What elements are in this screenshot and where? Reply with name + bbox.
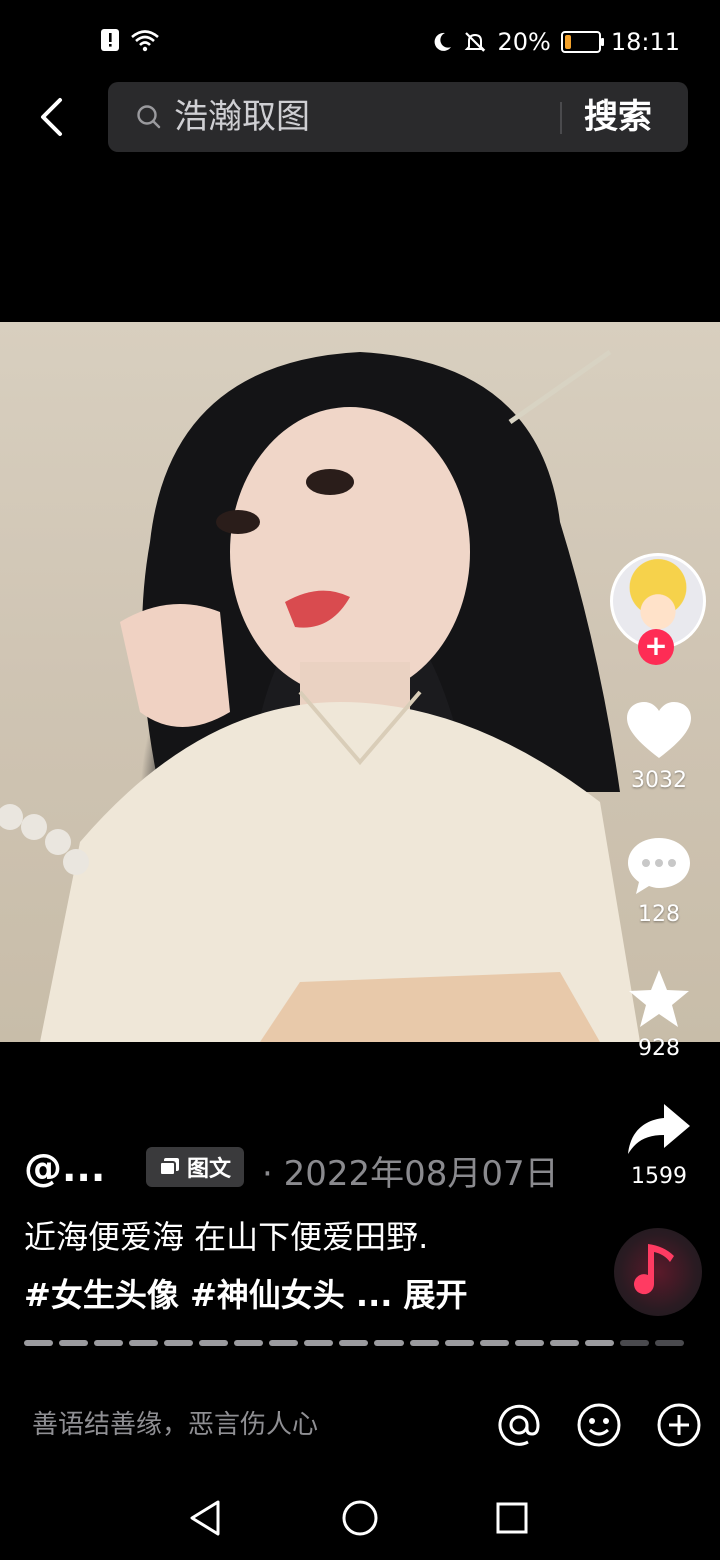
post-type-badge: 图文 <box>146 1147 244 1187</box>
carousel-progress <box>24 1340 684 1346</box>
comment-count: 128 <box>638 902 680 927</box>
caption-hashtags: #女生头像 #神仙女头 ... 展开 <box>24 1270 468 1316</box>
like-button[interactable]: 3032 <box>618 700 700 793</box>
image-text-icon <box>158 1158 179 1176</box>
author-avatar[interactable]: + <box>610 553 706 665</box>
status-right: 20% 18:11 <box>431 28 680 56</box>
share-button[interactable]: 1599 <box>618 1102 700 1189</box>
share-arrow-icon <box>628 1104 690 1154</box>
progress-segment <box>164 1340 194 1346</box>
back-arrow-icon[interactable] <box>30 92 80 142</box>
search-bar[interactable]: 浩瀚取图 搜索 <box>108 82 688 152</box>
progress-segment <box>584 1340 614 1346</box>
photo-illustration <box>0 349 640 1042</box>
progress-segment <box>94 1340 124 1346</box>
progress-segment <box>374 1340 404 1346</box>
caption-text: 近海便爱海 在山下便爱田野. <box>24 1218 429 1256</box>
nav-recents-icon[interactable] <box>492 1498 532 1538</box>
date-text: 2022年08月07日 <box>283 1154 559 1194</box>
like-count: 3032 <box>631 768 687 793</box>
author-username[interactable]: @... <box>24 1146 105 1190</box>
progress-segment <box>444 1340 474 1346</box>
post-type-label: 图文 <box>186 1157 231 1182</box>
post-date: · 2022年08月07日 <box>262 1146 559 1195</box>
status-bar: 20% 18:11 <box>0 0 720 84</box>
progress-segment <box>199 1340 229 1346</box>
progress-segment <box>24 1340 54 1346</box>
battery-percent: 20% <box>497 28 551 56</box>
favorite-count: 928 <box>638 1036 680 1061</box>
progress-segment <box>304 1340 334 1346</box>
clock: 18:11 <box>610 28 680 56</box>
follow-plus-icon[interactable]: + <box>638 629 674 665</box>
progress-segment <box>339 1340 369 1346</box>
bell-muted-icon <box>465 32 486 52</box>
battery-icon <box>560 31 604 53</box>
progress-segment <box>129 1340 159 1346</box>
comment-button[interactable]: 128 <box>618 836 700 927</box>
star-icon <box>629 970 689 1027</box>
do-not-disturb-moon-icon <box>435 32 452 51</box>
progress-segment <box>59 1340 89 1346</box>
progress-segment <box>514 1340 544 1346</box>
progress-segment <box>619 1340 649 1346</box>
music-disc[interactable] <box>614 1228 702 1316</box>
comment-bubble-icon <box>628 838 690 894</box>
heart-icon <box>627 702 691 758</box>
add-circle-icon[interactable] <box>656 1402 702 1448</box>
expand-caption-button[interactable]: 展开 <box>404 1276 468 1314</box>
hashtags[interactable]: #女生头像 #神仙女头 ... <box>24 1276 392 1314</box>
share-count: 1599 <box>631 1164 687 1189</box>
post-photo[interactable] <box>0 322 720 1042</box>
search-divider <box>560 102 562 134</box>
comment-input[interactable]: 善语结善缘，恶言伤人心 <box>32 1404 318 1441</box>
search-button[interactable]: 搜索 <box>584 94 652 140</box>
progress-segment <box>654 1340 684 1346</box>
wifi-icon <box>131 30 159 52</box>
progress-segment <box>234 1340 264 1346</box>
progress-segment <box>409 1340 439 1346</box>
status-left <box>100 28 160 52</box>
emoji-icon[interactable] <box>576 1402 622 1448</box>
progress-segment <box>479 1340 509 1346</box>
search-icon <box>137 105 161 129</box>
favorite-button[interactable]: 928 <box>618 968 700 1061</box>
date-separator: · <box>262 1154 273 1194</box>
nav-home-icon[interactable] <box>340 1498 380 1538</box>
music-note-icon <box>634 1244 674 1295</box>
nav-back-icon[interactable] <box>186 1498 226 1538</box>
mention-at-icon[interactable] <box>496 1402 542 1448</box>
progress-segment <box>549 1340 579 1346</box>
search-input[interactable]: 浩瀚取图 <box>174 96 310 138</box>
progress-segment <box>269 1340 299 1346</box>
notification-alert-icon <box>101 29 119 51</box>
